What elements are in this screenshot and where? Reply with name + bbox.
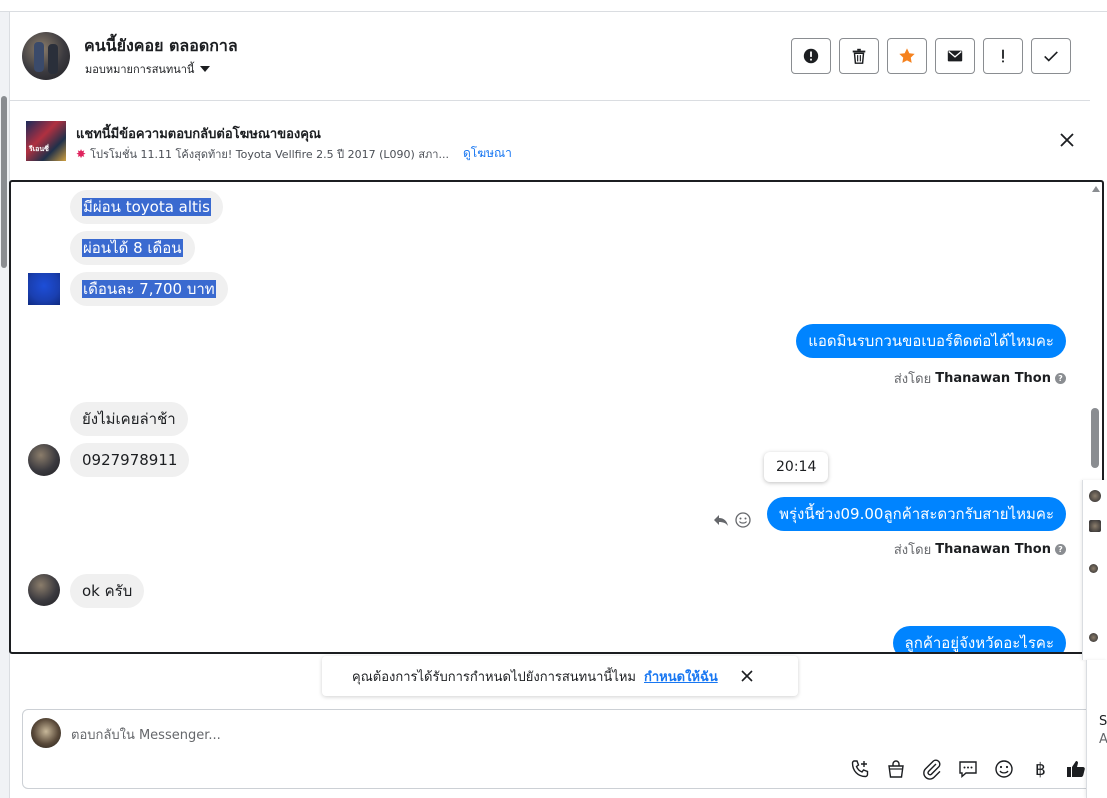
attach-icon[interactable]: [921, 758, 943, 780]
side-chat-list: [1082, 480, 1107, 660]
ad-description: โปรโมชั่น 11.11 โค้งสุดท้าย! Toyota Vell…: [90, 147, 449, 161]
exclamation-icon: [1002, 49, 1004, 63]
composer-toolbar: ฿: [849, 758, 1087, 780]
message-text: เดือนละ 7,700 บาท: [82, 280, 216, 298]
outgoing-message[interactable]: ลูกค้าอยู่จังหวัดอะไรคะ: [892, 626, 1066, 652]
message-text: ลูกค้าอยู่จังหวัดอะไรคะ: [904, 634, 1054, 652]
assign-to-me-link[interactable]: กำหนดให้ฉัน: [644, 666, 718, 687]
ad-reply-banner: รีเอนซี่ แชทนี้มีข้อความตอบกลับต่อโฆษณาข…: [10, 101, 1090, 180]
page-avatar: [31, 718, 61, 748]
ad-thumbnail-text: รีเอนซี่: [29, 145, 49, 153]
sparkle-icon: ✸: [76, 146, 87, 161]
ad-banner-subtitle: ✸ โปรโมชั่น 11.11 โค้งสุดท้าย! Toyota Ve…: [76, 144, 512, 163]
conversation-header: คนนี้ยังคอย ตลอดกาล มอบหมายการสนทนานี้: [10, 12, 1090, 101]
chevron-down-icon: [200, 66, 211, 72]
mark-done-button[interactable]: [1031, 38, 1071, 74]
ad-thumbnail[interactable]: รีเอนซี่: [26, 121, 66, 161]
card-letter: A: [1099, 732, 1107, 747]
incoming-message[interactable]: ยังไม่เคยล่าช้า: [70, 402, 188, 436]
emoji-icon[interactable]: [993, 758, 1015, 780]
mark-unread-button[interactable]: [935, 38, 975, 74]
alert-circle-icon: [803, 48, 819, 64]
incoming-message[interactable]: ok ครับ: [70, 574, 145, 608]
envelope-icon: [947, 50, 963, 62]
scroll-up-arrow[interactable]: [1092, 186, 1100, 192]
checkmark-icon: [1044, 51, 1058, 62]
ad-banner-title: แชทนี้มีข้อความตอบกลับต่อโฆษณาของคุณ: [76, 127, 321, 142]
sender-avatar[interactable]: [28, 574, 60, 606]
scroll-thumb[interactable]: [1091, 408, 1099, 468]
currency-glyph: ฿: [1035, 760, 1046, 780]
saved-reply-icon[interactable]: [957, 758, 979, 780]
assign-dropdown[interactable]: มอบหมายการสนทนานี้: [85, 60, 211, 78]
chat-avatar[interactable]: [1089, 520, 1101, 532]
incoming-message[interactable]: 0927978911: [70, 443, 190, 477]
delete-button[interactable]: [839, 38, 879, 74]
side-card[interactable]: S A: [1086, 660, 1107, 798]
chat-avatar[interactable]: [1089, 490, 1101, 502]
sent-by-name: Thanawan Thon: [935, 542, 1051, 557]
incoming-message[interactable]: ผ่อนได้ 8 เดือน: [70, 231, 195, 265]
sender-avatar[interactable]: [28, 273, 60, 305]
sent-by-name: Thanawan Thon: [935, 371, 1051, 386]
assign-label: มอบหมายการสนทนานี้: [85, 63, 195, 76]
trash-icon: [852, 48, 866, 64]
view-ad-link[interactable]: ดูโฆษณา: [463, 144, 512, 163]
star-button[interactable]: [887, 38, 927, 74]
star-icon: [899, 48, 915, 63]
message-thread[interactable]: มีผ่อน toyota altis ผ่อนได้ 8 เดือน เดือ…: [9, 180, 1104, 654]
reply-icon[interactable]: [712, 511, 730, 529]
message-text: ผ่อนได้ 8 เดือน: [82, 239, 183, 257]
close-icon[interactable]: [1058, 131, 1076, 149]
outgoing-message[interactable]: พรุ่งนี้ช่วง09.00ลูกค้าสะดวกรับสายไหมคะ: [767, 497, 1066, 531]
card-letter: S: [1099, 714, 1107, 729]
sent-by-prefix: ส่งโดย: [893, 372, 932, 387]
help-icon[interactable]: ?: [1055, 544, 1066, 555]
message-text: 0927978911: [82, 451, 178, 469]
assign-prompt: คุณต้องการได้รับการกำหนดไปยังการสนทนานี้…: [322, 656, 798, 696]
like-icon[interactable]: [1065, 758, 1087, 780]
currency-icon[interactable]: ฿: [1029, 758, 1051, 780]
header-actions: [791, 38, 1071, 74]
contact-name[interactable]: คนนี้ยังคอย ตลอดกาล: [84, 34, 238, 59]
follow-up-button[interactable]: [983, 38, 1023, 74]
reply-composer: ตอบกลับใน Messenger... ฿: [22, 709, 1092, 789]
incoming-message[interactable]: มีผ่อน toyota altis: [70, 190, 223, 224]
top-divider: [0, 0, 1107, 12]
sent-by-prefix: ส่งโดย: [893, 543, 932, 558]
emoji-react-icon[interactable]: [734, 511, 752, 529]
report-spam-button[interactable]: [791, 38, 831, 74]
sender-avatar[interactable]: [28, 444, 60, 476]
left-scroll-thumb[interactable]: [1, 96, 7, 268]
chat-avatar[interactable]: [1089, 564, 1098, 573]
shop-bag-icon[interactable]: [885, 758, 907, 780]
sent-by-label: ส่งโดย Thanawan Thon ?: [894, 539, 1066, 560]
timestamp-tooltip: 20:14: [764, 452, 829, 482]
message-actions: [712, 511, 752, 529]
help-icon[interactable]: ?: [1055, 373, 1066, 384]
incoming-message[interactable]: เดือนละ 7,700 บาท: [70, 272, 228, 306]
sent-by-label: ส่งโดย Thanawan Thon ?: [894, 368, 1066, 389]
close-icon[interactable]: [740, 669, 754, 683]
outgoing-message[interactable]: แอดมินรบกวนขอเบอร์ติดต่อได้ไหมคะ: [796, 324, 1066, 358]
reply-input[interactable]: ตอบกลับใน Messenger...: [71, 724, 221, 745]
contact-avatar[interactable]: [22, 32, 70, 80]
inbox-page: คนนี้ยังคอย ตลอดกาล มอบหมายการสนทนานี้ ร…: [0, 0, 1107, 798]
assign-prompt-text: คุณต้องการได้รับการกำหนดไปยังการสนทนานี้…: [352, 669, 636, 685]
message-text: มีผ่อน toyota altis: [82, 198, 211, 216]
message-text: ยังไม่เคยล่าช้า: [82, 410, 176, 428]
call-icon[interactable]: [849, 758, 871, 780]
message-text: ok ครับ: [82, 582, 133, 600]
message-text: พรุ่งนี้ช่วง09.00ลูกค้าสะดวกรับสายไหมคะ: [779, 505, 1054, 523]
chat-avatar[interactable]: [1089, 633, 1098, 642]
message-text: แอดมินรบกวนขอเบอร์ติดต่อได้ไหมคะ: [808, 332, 1054, 350]
